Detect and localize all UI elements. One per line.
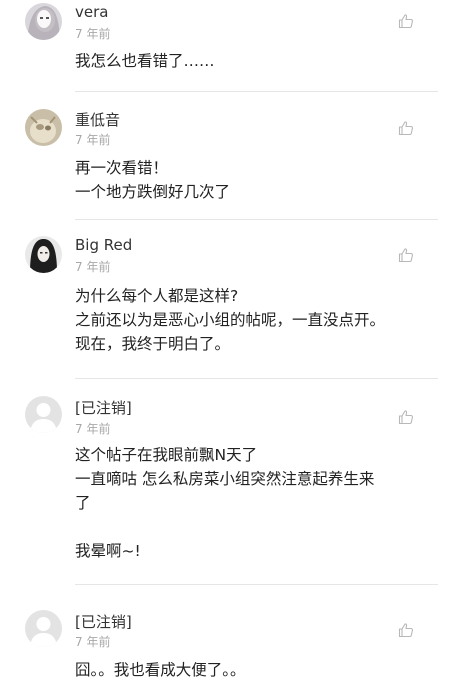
- avatar-photo-icon: [25, 3, 62, 40]
- username[interactable]: [已注销]: [75, 397, 132, 418]
- comment-line: 一直嘀咕 怎么私房菜小组突然注意起养生来: [75, 470, 375, 488]
- comment-line: 一个地方跌倒好几次了: [75, 183, 231, 201]
- comment-line: 再一次看错！: [75, 159, 169, 177]
- avatar[interactable]: [25, 396, 62, 433]
- avatar[interactable]: [25, 236, 62, 273]
- username[interactable]: vera: [75, 3, 108, 21]
- comment-line: 之前还以为是恶心小组的帖呢，一直没点开。: [75, 311, 386, 329]
- timestamp: 7 年前: [75, 260, 111, 274]
- timestamp: 7 年前: [75, 133, 111, 147]
- comment-line: 这个帖子在我眼前飘N天了: [75, 446, 258, 464]
- timestamp: 7 年前: [75, 422, 111, 436]
- thumbs-up-icon: [398, 410, 413, 425]
- avatar[interactable]: [25, 3, 62, 40]
- comment-line: 我晕啊~!: [75, 542, 141, 560]
- username[interactable]: Big Red: [75, 236, 132, 254]
- comment-text: 囧。。我也看成大便了。。: [75, 658, 425, 682]
- comment-line: 了: [75, 494, 91, 512]
- comment-line: 现在，我终于明白了。: [75, 335, 231, 353]
- comment-text: 我怎么也看错了……: [75, 49, 425, 73]
- like-button[interactable]: [398, 409, 414, 425]
- thumbs-up-icon: [398, 623, 413, 638]
- thumbs-up-icon: [398, 121, 413, 136]
- like-button[interactable]: [398, 13, 414, 29]
- like-button[interactable]: [398, 622, 414, 638]
- divider: [75, 378, 438, 379]
- avatar[interactable]: [25, 610, 62, 647]
- thumbs-up-icon: [398, 248, 413, 263]
- divider: [75, 91, 438, 92]
- username[interactable]: [已注销]: [75, 611, 132, 632]
- timestamp: 7 年前: [75, 27, 111, 41]
- timestamp: 7 年前: [75, 635, 111, 649]
- like-button[interactable]: [398, 120, 414, 136]
- comment-text: 这个帖子在我眼前飘N天了 一直嘀咕 怎么私房菜小组突然注意起养生来 了 我晕啊~…: [75, 443, 425, 563]
- avatar-photo-icon: [25, 236, 62, 273]
- like-button[interactable]: [398, 247, 414, 263]
- username[interactable]: 重低音: [75, 109, 120, 130]
- avatar[interactable]: [25, 109, 62, 146]
- comment-line: 囧。。我也看成大便了。。: [75, 661, 246, 679]
- default-avatar-icon: [25, 610, 62, 647]
- divider: [75, 584, 438, 585]
- comment-text: 为什么每个人都是这样? 之前还以为是恶心小组的帖呢，一直没点开。 现在，我终于明…: [75, 284, 425, 356]
- thumbs-up-icon: [398, 14, 413, 29]
- default-avatar-icon: [25, 396, 62, 433]
- divider: [75, 219, 438, 220]
- comment-line: 我怎么也看错了……: [75, 52, 215, 70]
- avatar-photo-icon: [25, 109, 62, 146]
- comment-text: 再一次看错！ 一个地方跌倒好几次了: [75, 156, 425, 204]
- comment-line: 为什么每个人都是这样?: [75, 287, 239, 305]
